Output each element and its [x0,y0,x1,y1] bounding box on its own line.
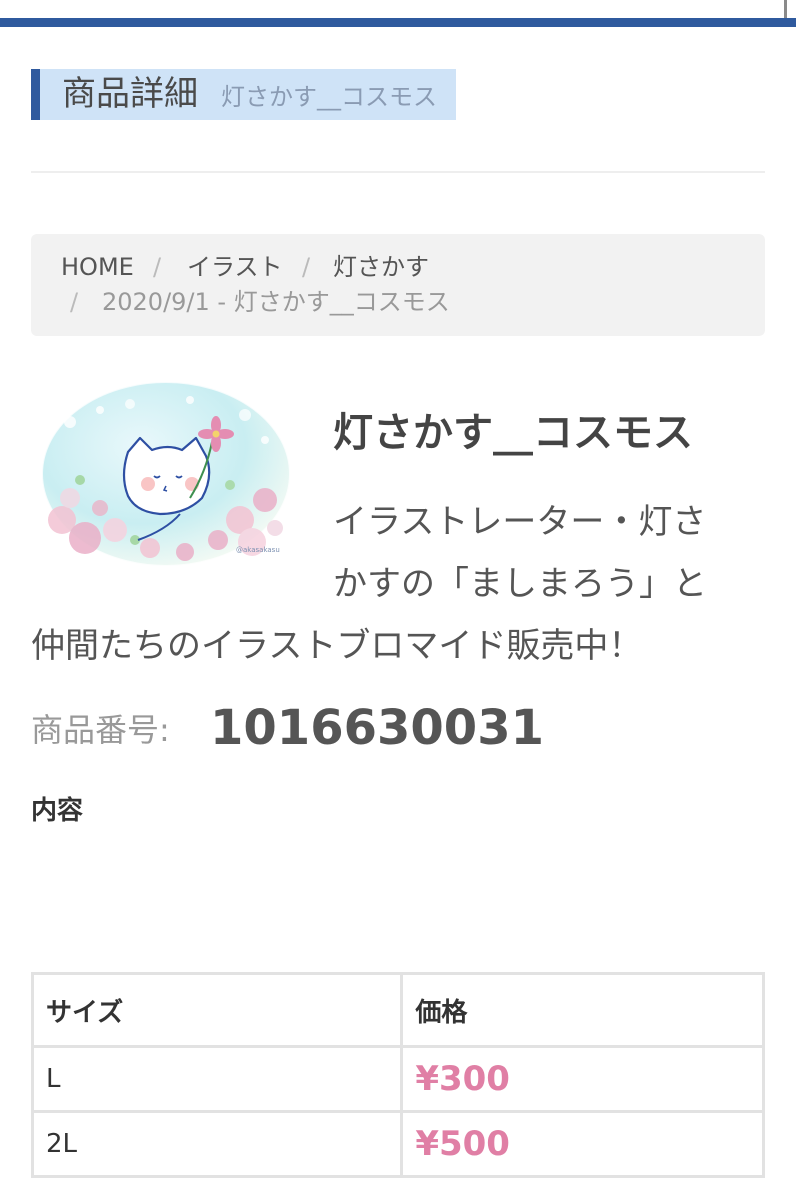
table-row: L ¥300 [30,1045,765,1113]
product-name: 灯さかす__コスモス [333,410,693,456]
product-number: 1016630031 [210,700,544,756]
breadcrumb-home[interactable]: HOME [61,252,134,282]
size-cell: L [30,1045,404,1113]
breadcrumb-separator: / [153,253,162,281]
breadcrumb-separator: / [302,253,311,281]
price-table: サイズ 価格 L ¥300 2L ¥500 [30,972,765,1178]
section-header-accent [31,69,40,120]
product-description-line: 仲間たちのイラストブロマイド販売中！ [31,626,643,666]
table-header-row: サイズ 価格 [30,972,765,1048]
product-number-label: 商品番号: [31,711,170,749]
section-header: 商品詳細 灯さかす__コスモス [31,69,456,120]
cat-with-cosmos-illustration-icon: @akasakasu [37,377,295,571]
scrollbar-edge [784,0,787,18]
top-accent-line [0,18,796,27]
breadcrumb-illust[interactable]: イラスト [187,252,283,282]
product-image[interactable]: @akasakasu [37,377,295,571]
top-bar [0,0,796,28]
product-description-line: かすの「ましまろう」と [333,564,707,604]
section-title: 商品詳細 [62,74,198,114]
size-header: サイズ [30,972,404,1048]
size-cell: 2L [30,1110,404,1178]
product-description-line: イラストレーター・灯さ [333,502,707,542]
breadcrumb-current: 2020/9/1 - 灯さかす__コスモス [102,288,450,316]
price-cell: ¥500 [400,1110,765,1178]
price-header: 価格 [400,972,765,1048]
breadcrumb: HOME / イラスト / 灯さかす / 2020/9/1 - 灯さかす__コス… [31,234,765,336]
content-label: 内容 [31,796,84,826]
section-subtitle: 灯さかす__コスモス [221,83,437,111]
table-row: 2L ¥500 [30,1110,765,1178]
divider [31,171,765,173]
breadcrumb-separator: / [70,288,79,316]
price-cell: ¥300 [400,1045,765,1113]
breadcrumb-category[interactable]: 灯さかす [333,252,429,282]
svg-text:@akasakasu: @akasakasu [236,546,280,554]
